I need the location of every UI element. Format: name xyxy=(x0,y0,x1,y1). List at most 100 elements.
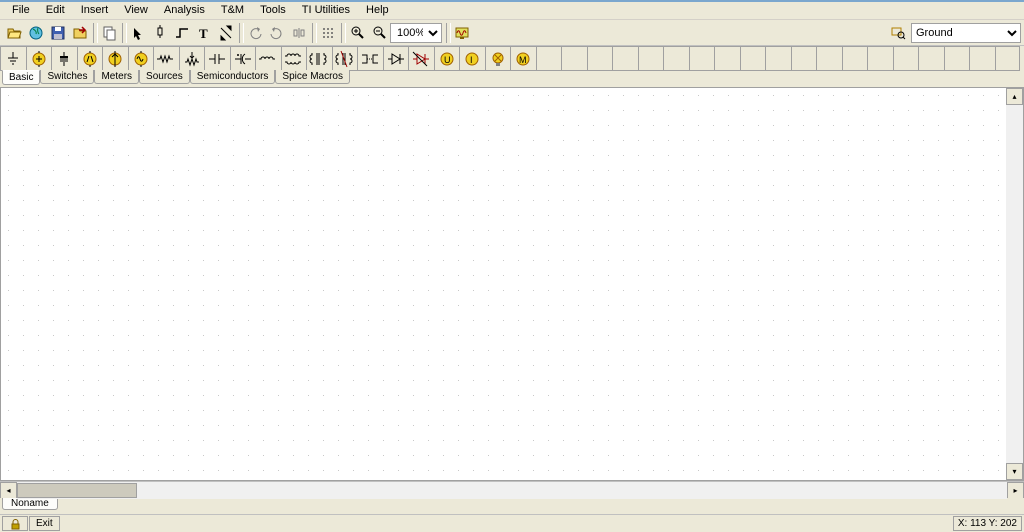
horizontal-scrollbar[interactable]: ◂ ▸ xyxy=(0,481,1024,498)
open-button[interactable] xyxy=(3,22,25,44)
comp-empty xyxy=(816,46,842,71)
comp-potentiometer[interactable] xyxy=(179,46,205,71)
menu-tm[interactable]: T&M xyxy=(213,3,252,18)
menubar: File Edit Insert View Analysis T&M Tools… xyxy=(0,2,1024,20)
zoom-in-button[interactable] xyxy=(346,22,368,44)
svg-text:I: I xyxy=(470,55,473,65)
comp-jumper[interactable] xyxy=(357,46,383,71)
last-component-button[interactable] xyxy=(149,22,171,44)
comp-current-source[interactable] xyxy=(102,46,128,71)
tab-semiconductors[interactable]: Semiconductors xyxy=(190,70,276,84)
comp-empty xyxy=(536,46,562,71)
schematic-canvas[interactable] xyxy=(1,88,1024,481)
comp-diode[interactable] xyxy=(383,46,409,71)
comp-empty xyxy=(638,46,664,71)
text-button[interactable]: T xyxy=(193,22,215,44)
comp-empty xyxy=(944,46,970,71)
comp-empty xyxy=(995,46,1021,71)
rotate-right-button[interactable] xyxy=(266,22,288,44)
page-tabbar: Noname xyxy=(0,498,1024,514)
menu-ti-utilities[interactable]: TI Utilities xyxy=(294,3,358,18)
comp-resistor[interactable] xyxy=(153,46,179,71)
comp-voltage-source[interactable] xyxy=(77,46,103,71)
comp-empty xyxy=(612,46,638,71)
comp-empty xyxy=(893,46,919,71)
tab-spice-macros[interactable]: Spice Macros xyxy=(275,70,350,84)
main-toolbar: T 100% Ground xyxy=(0,20,1024,46)
hscroll-track[interactable] xyxy=(17,482,1007,499)
comp-current-pin[interactable]: I xyxy=(459,46,485,71)
scroll-down-button[interactable]: ▾ xyxy=(1006,463,1023,480)
copy-button[interactable] xyxy=(98,22,120,44)
save-button[interactable] xyxy=(47,22,69,44)
comp-dual-supply[interactable] xyxy=(51,46,77,71)
comp-empty xyxy=(791,46,817,71)
comp-empty xyxy=(969,46,995,71)
hscroll-thumb[interactable] xyxy=(17,483,137,498)
comp-polarized-capacitor[interactable] xyxy=(230,46,256,71)
scroll-left-button[interactable]: ◂ xyxy=(0,482,17,499)
menu-insert[interactable]: Insert xyxy=(73,3,117,18)
svg-text:U: U xyxy=(444,55,451,65)
menu-tools[interactable]: Tools xyxy=(252,3,294,18)
mirror-button[interactable] xyxy=(288,22,310,44)
component-tabbar: Basic Switches Meters Sources Semiconduc… xyxy=(0,71,1024,87)
rotate-left-button[interactable] xyxy=(244,22,266,44)
menu-edit[interactable]: Edit xyxy=(38,3,73,18)
comp-empty xyxy=(663,46,689,71)
pointer-button[interactable] xyxy=(127,22,149,44)
comp-transformer[interactable] xyxy=(306,46,332,71)
comp-empty xyxy=(765,46,791,71)
comp-nonlinear-inductor[interactable] xyxy=(332,46,358,71)
comp-empty xyxy=(842,46,868,71)
comp-empty xyxy=(740,46,766,71)
comp-empty xyxy=(587,46,613,71)
menu-help[interactable]: Help xyxy=(358,3,397,18)
svg-text:T: T xyxy=(199,26,208,40)
tab-switches[interactable]: Switches xyxy=(40,70,94,84)
comp-ac-voltage-source[interactable] xyxy=(128,46,154,71)
page-tab-noname[interactable]: Noname xyxy=(2,498,58,510)
zoom-select[interactable]: 100% xyxy=(390,23,442,43)
comp-coupled-inductor[interactable] xyxy=(281,46,307,71)
comp-inductor[interactable] xyxy=(255,46,281,71)
find-component-button[interactable] xyxy=(887,22,909,44)
menu-analysis[interactable]: Analysis xyxy=(156,3,213,18)
grid-button[interactable] xyxy=(317,22,339,44)
comp-motor[interactable]: M xyxy=(510,46,536,71)
close-button[interactable] xyxy=(69,22,91,44)
vertical-scrollbar[interactable]: ▴ ▾ xyxy=(1006,88,1023,480)
menu-file[interactable]: File xyxy=(4,3,38,18)
scroll-right-button[interactable]: ▸ xyxy=(1007,482,1024,499)
lock-button[interactable] xyxy=(2,516,28,531)
open-web-button[interactable] xyxy=(25,22,47,44)
zoom-out-button[interactable] xyxy=(368,22,390,44)
comp-ground[interactable] xyxy=(0,46,26,71)
component-palette: U I M xyxy=(0,46,1024,71)
comp-empty xyxy=(918,46,944,71)
wire-button[interactable] xyxy=(171,22,193,44)
comp-empty xyxy=(867,46,893,71)
component-select[interactable]: Ground xyxy=(911,23,1021,43)
tab-sources[interactable]: Sources xyxy=(139,70,190,84)
vscroll-track[interactable] xyxy=(1006,105,1023,463)
comp-capacitor[interactable] xyxy=(204,46,230,71)
comp-bulb[interactable] xyxy=(485,46,511,71)
comp-battery[interactable] xyxy=(26,46,52,71)
autowire-button[interactable] xyxy=(215,22,237,44)
comp-empty xyxy=(689,46,715,71)
comp-voltage-pin[interactable]: U xyxy=(434,46,460,71)
tab-meters[interactable]: Meters xyxy=(94,70,139,84)
status-bar: Exit X: 113 Y: 202 xyxy=(0,514,1024,532)
menu-view[interactable]: View xyxy=(116,3,156,18)
oscilloscope-button[interactable] xyxy=(451,22,473,44)
tab-basic[interactable]: Basic xyxy=(2,70,40,85)
svg-text:M: M xyxy=(519,55,527,65)
comp-empty xyxy=(561,46,587,71)
schematic-canvas-wrap: ▴ ▾ xyxy=(0,87,1024,481)
exit-button[interactable]: Exit xyxy=(29,516,60,531)
comp-led[interactable] xyxy=(408,46,434,71)
scroll-up-button[interactable]: ▴ xyxy=(1006,88,1023,105)
comp-empty xyxy=(714,46,740,71)
cursor-coordinates: X: 113 Y: 202 xyxy=(953,516,1022,531)
